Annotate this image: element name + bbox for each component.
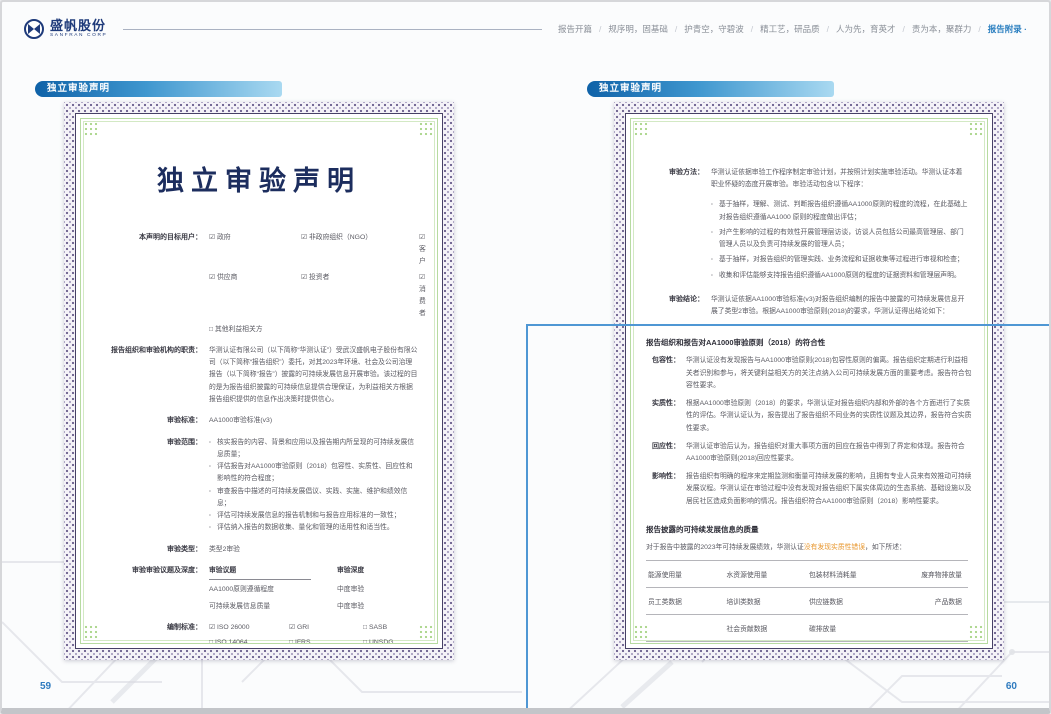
checkbox-item: ☑ ISO 26000 bbox=[209, 622, 289, 634]
nav-item-active: 报告附录 · bbox=[988, 23, 1027, 35]
nav-separator: / bbox=[675, 24, 677, 34]
field-assurance-method: 审验方法： 华测认证依据审验工作程序制定审验计划，并按照计划实施审验活动。华测认… bbox=[646, 167, 972, 285]
table-row: 能源使用量 水资源使用量 包装材料消耗量 废弃物排放量 bbox=[646, 560, 968, 587]
method-bullet: 基于抽样，理解、测试、判断报告组织遵循AA1000原则的程度的流程，在此基础上对… bbox=[711, 199, 968, 223]
company-logo: 盛帆股份 SANFRAN CORP bbox=[24, 19, 107, 39]
corner-ornament bbox=[634, 625, 649, 640]
method-bullet: 收集和评估能够支持报告组织遵循AA1000原则的程度的证据资料和管理层声明。 bbox=[711, 270, 968, 282]
page-number-right: 60 bbox=[1006, 681, 1017, 692]
field-topics-depth: 审验审验议题及深度： 审验议题 审验深度 AA1000原则遵循程度 中度审验 可… bbox=[96, 565, 422, 613]
logo-name-en: SANFRAN CORP bbox=[50, 34, 107, 39]
nav-item: 报告开篇 bbox=[558, 23, 592, 35]
nav-separator: / bbox=[827, 24, 829, 34]
principle-responsiveness: 回应性： 华测认证审验后认为，报告组织对重大事项方面的回应在报告中得到了界定和体… bbox=[646, 441, 972, 465]
table-row: 员工类数据 培训类数据 供应链数据 产品数据 bbox=[646, 587, 968, 614]
chapter-nav: 报告开篇 / 规序明，固基础 / 护青空，守碧波 / 精工艺，研品质 / 人为先… bbox=[558, 23, 1027, 35]
principle-materiality: 实质性： 根据AA1000审验原则（2018）的要求，华测认证对报告组织内部和外… bbox=[646, 398, 972, 435]
corner-ornament bbox=[84, 625, 99, 640]
method-bullet: 对产生影响的过程的有效性开展管理层访谈，访谈人员包括公司最高管理层、部门管理人员… bbox=[711, 227, 968, 251]
scope-bullet: 评估报告对AA1000审验原则（2018）包容性、实质性、回应性和影响性的符合程… bbox=[209, 461, 418, 485]
corner-ornament bbox=[969, 122, 984, 137]
checkbox-item: ☑ 政府 bbox=[209, 232, 301, 269]
field-responsibilities: 报告组织和审验机构的职责： 华测认证有限公司（以下简称“华测认证”）受武汉盛帆电… bbox=[96, 345, 422, 406]
field-assurance-conclusion: 审验结论： 华测认证依据AA1000审验标准(v3)对报告组织编制的报告中披露的… bbox=[646, 294, 972, 318]
checkbox-item: ☑ 非政府组织（NGO） bbox=[301, 232, 419, 269]
checkbox-item: ☑ 投资者 bbox=[301, 272, 419, 321]
checkbox-item: □ SASB bbox=[363, 622, 418, 634]
checkbox-item: □ UNSDG bbox=[363, 637, 418, 644]
scope-bullet: 评估可持续发展信息的报告机制和与报告应用标准的一致性； bbox=[209, 510, 418, 522]
nav-item: 责为本，聚群力 bbox=[912, 23, 972, 35]
nav-separator: / bbox=[978, 24, 980, 34]
corner-ornament bbox=[419, 625, 434, 640]
corner-ornament bbox=[419, 122, 434, 137]
assurance-statement-page-2: 审验方法： 华测认证依据审验工作程序制定审验计划，并按照计划实施审验活动。华测认… bbox=[614, 102, 1004, 660]
checkbox-item: □ IFRS bbox=[289, 637, 363, 644]
table-row: 社会贡献数据 碳排放量 bbox=[646, 614, 968, 641]
topics-cell: 中度审验 bbox=[337, 584, 418, 596]
section-banner-right: 独立审验声明 bbox=[587, 81, 834, 97]
accent-line-vertical bbox=[526, 324, 528, 708]
nav-separator: / bbox=[599, 24, 601, 34]
section-banner-left: 独立审验声明 bbox=[35, 81, 282, 97]
topics-cell: 中度审验 bbox=[337, 601, 418, 613]
checkbox-item: □ ISO 14064 bbox=[209, 637, 289, 644]
top-header: 盛帆股份 SANFRAN CORP 报告开篇 / 规序明，固基础 / 护青空，守… bbox=[2, 2, 1049, 56]
header-divider-line bbox=[123, 29, 542, 30]
nav-item: 精工艺，研品质 bbox=[760, 23, 820, 35]
checkbox-item: □ 其他利益相关方 bbox=[209, 324, 301, 336]
nav-item: 人为先，育英才 bbox=[836, 23, 896, 35]
assurance-statement-page-1: 独立审验声明 本声明的目标用户： ☑ 政府 ☑ 非政府组织（NGO） ☑ 客户 … bbox=[64, 102, 454, 660]
sail-logo-icon bbox=[24, 19, 44, 39]
corner-ornament bbox=[969, 625, 984, 640]
logo-name-cn: 盛帆股份 bbox=[50, 19, 107, 32]
principle-impact: 影响性： 报告组织有明确的程序来定期监测和衡量可持续发展的影响，且拥有专业人员来… bbox=[646, 471, 972, 508]
checkbox-item: ☑ 消费者 bbox=[419, 272, 426, 321]
quality-intro: 对于报告中披露的2023年可持续发展绩效，华测认证没有发现实质性错误，如下所述： bbox=[646, 542, 972, 554]
page-number-left: 59 bbox=[40, 681, 51, 692]
method-intro: 华测认证依据审验工作程序制定审验计划，并按照计划实施审验活动。华测认证本着职业怀… bbox=[711, 167, 968, 191]
report-spread: 盛帆股份 SANFRAN CORP 报告开篇 / 规序明，固基础 / 护青空，守… bbox=[0, 0, 1051, 714]
nav-separator: / bbox=[751, 24, 753, 34]
checkbox-item: ☑ 客户 bbox=[419, 232, 426, 269]
corner-ornament bbox=[634, 122, 649, 137]
quality-section-header: 报告披露的可持续发展信息的质量 bbox=[646, 524, 972, 535]
checkbox-item: ☑ 供应商 bbox=[209, 272, 301, 321]
scope-bullet: 评估纳入报告的数据收集、量化和管理的适用性和适当性。 bbox=[209, 522, 418, 534]
field-reporting-standards: 编制标准： ☑ ISO 26000 ☑ GRI □ SASB □ ISO 140… bbox=[96, 622, 422, 644]
topics-col-header: 审验议题 bbox=[209, 565, 311, 580]
accent-line-horizontal bbox=[526, 324, 1049, 326]
highlight-no-material-error: 没有发现实质性错误 bbox=[804, 544, 865, 551]
nav-separator: / bbox=[903, 24, 905, 34]
method-bullet: 基于抽样，对报告组织的管理实践、业务流程和证据收集等过程进行审视和检查； bbox=[711, 254, 968, 266]
topics-cell: 可持续发展信息质量 bbox=[209, 601, 337, 613]
field-target-users: 本声明的目标用户： ☑ 政府 ☑ 非政府组织（NGO） ☑ 客户 ☑ 供应商 ☑… bbox=[96, 232, 422, 336]
topics-cell: AA1000原则遵循程度 bbox=[209, 584, 337, 596]
field-assurance-scope: 审验范围： 核实报告的内容、背景和应用以及报告期内所呈现的可持续发展信息质量； … bbox=[96, 437, 422, 535]
compliance-section-header: 报告组织和报告对AA1000审验原则（2018）的符合性 bbox=[646, 337, 972, 348]
corner-ornament bbox=[84, 122, 99, 137]
field-assurance-standard: 审验标准： AA1000审验标准(v3) bbox=[96, 415, 422, 428]
checkbox-item: ☑ GRI bbox=[289, 622, 363, 634]
topics-col-header: 审验深度 bbox=[337, 565, 418, 580]
nav-item: 规序明，固基础 bbox=[608, 23, 668, 35]
principle-inclusivity: 包容性： 华测认证没有发现报告与AA1000审验原则(2018)包容性原则的偏离… bbox=[646, 355, 972, 392]
sheet-page-count: 2/3 bbox=[646, 642, 972, 644]
nav-item: 护青空，守碧波 bbox=[684, 23, 744, 35]
quality-indicators-table: 能源使用量 水资源使用量 包装材料消耗量 废弃物排放量 员工类数据 培训类数据 … bbox=[646, 560, 968, 642]
certificate-title: 独立审验声明 bbox=[96, 159, 422, 198]
scope-bullet: 核实报告的内容、背景和应用以及报告期内所呈现的可持续发展信息质量； bbox=[209, 437, 418, 461]
field-assurance-type: 审验类型： 类型2审验 bbox=[96, 544, 422, 557]
scope-bullet: 审查报告中描述的可持续发展倡议、实践、实施、维护和绩效信息； bbox=[209, 486, 418, 510]
